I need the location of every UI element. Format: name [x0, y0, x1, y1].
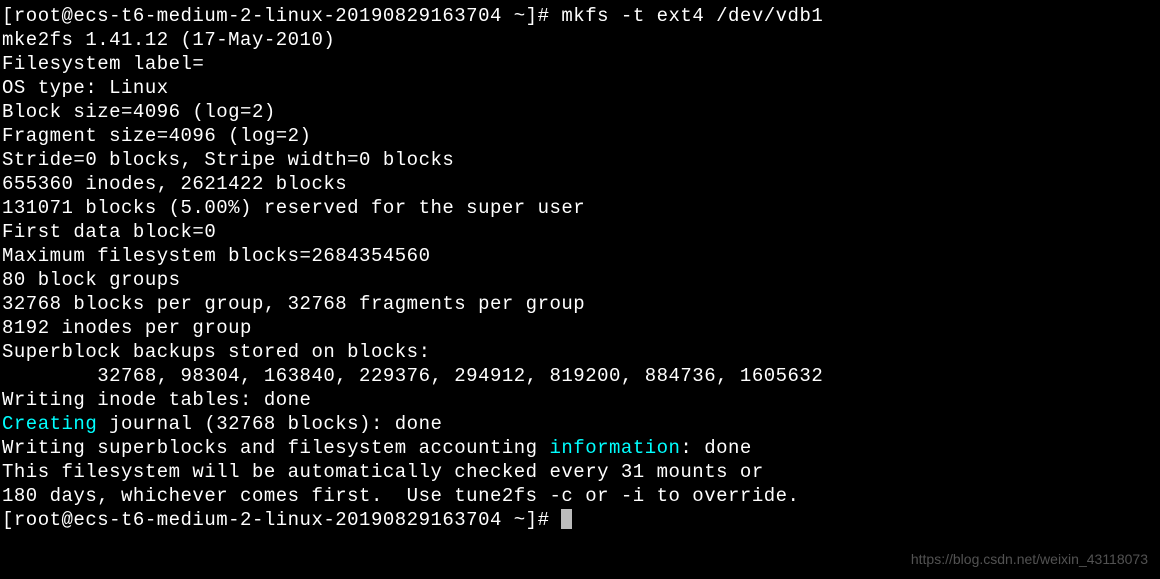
- output-line: Filesystem label=: [2, 52, 1158, 76]
- output-line: 655360 inodes, 2621422 blocks: [2, 172, 1158, 196]
- output-line: 8192 inodes per group: [2, 316, 1158, 340]
- output-text: : done: [680, 437, 751, 459]
- output-line: 180 days, whichever comes first. Use tun…: [2, 484, 1158, 508]
- terminal-line: [root@ecs-t6-medium-2-linux-201908291637…: [2, 508, 1158, 532]
- output-line: Block size=4096 (log=2): [2, 100, 1158, 124]
- output-line: This filesystem will be automatically ch…: [2, 460, 1158, 484]
- output-line: Maximum filesystem blocks=2684354560: [2, 244, 1158, 268]
- shell-prompt[interactable]: [root@ecs-t6-medium-2-linux-201908291637…: [2, 509, 550, 531]
- output-line: Superblock backups stored on blocks:: [2, 340, 1158, 364]
- output-line: First data block=0: [2, 220, 1158, 244]
- output-line: 131071 blocks (5.00%) reserved for the s…: [2, 196, 1158, 220]
- output-line: 80 block groups: [2, 268, 1158, 292]
- highlighted-word: Creating: [2, 413, 97, 435]
- terminal-cursor[interactable]: [561, 509, 572, 529]
- output-line: Fragment size=4096 (log=2): [2, 124, 1158, 148]
- prompt-space: [550, 509, 562, 531]
- shell-prompt[interactable]: [root@ecs-t6-medium-2-linux-201908291637…: [2, 5, 550, 27]
- output-text: Writing superblocks and filesystem accou…: [2, 437, 550, 459]
- output-line: 32768, 98304, 163840, 229376, 294912, 81…: [2, 364, 1158, 388]
- watermark-text: https://blog.csdn.net/weixin_43118073: [911, 547, 1148, 571]
- output-line: Creating journal (32768 blocks): done: [2, 412, 1158, 436]
- output-line: Writing inode tables: done: [2, 388, 1158, 412]
- output-line: 32768 blocks per group, 32768 fragments …: [2, 292, 1158, 316]
- output-line: Stride=0 blocks, Stripe width=0 blocks: [2, 148, 1158, 172]
- command-text: mkfs -t ext4 /dev/vdb1: [550, 5, 824, 27]
- output-text: journal (32768 blocks): done: [97, 413, 442, 435]
- output-line: OS type: Linux: [2, 76, 1158, 100]
- highlighted-word: information: [550, 437, 681, 459]
- terminal-line: [root@ecs-t6-medium-2-linux-201908291637…: [2, 4, 1158, 28]
- output-line: mke2fs 1.41.12 (17-May-2010): [2, 28, 1158, 52]
- output-line: Writing superblocks and filesystem accou…: [2, 436, 1158, 460]
